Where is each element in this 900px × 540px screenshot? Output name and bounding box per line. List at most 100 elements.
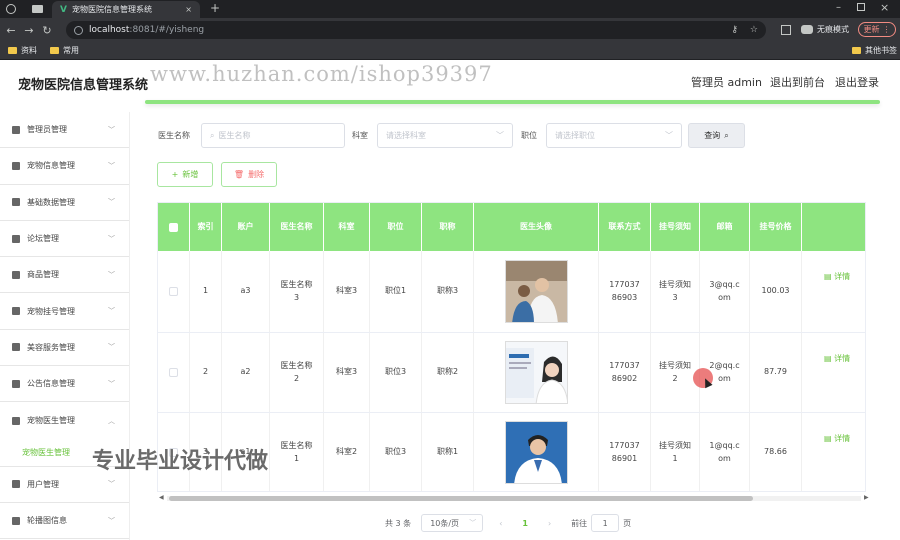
sidebar-item-carousel[interactable]: 轮播图信息 ﹀ bbox=[0, 503, 129, 540]
add-button[interactable]: + 新增 bbox=[157, 162, 213, 187]
scroll-left-icon[interactable]: ◀ bbox=[159, 494, 164, 501]
detail-button[interactable]: ▤ 详情 bbox=[802, 333, 865, 412]
detail-button[interactable]: ▤ 详情 bbox=[802, 413, 865, 491]
sidebar-item-doctor[interactable]: 宠物医生管理 ︿ bbox=[0, 402, 129, 438]
cell-price: 78.66 bbox=[750, 413, 802, 491]
bookmarks-bar: 资料 常用 其他书签 bbox=[0, 42, 900, 60]
dept-select[interactable]: 请选择科室 ﹀ bbox=[377, 123, 513, 148]
col-title[interactable]: 职称 bbox=[422, 203, 474, 251]
bookmark-star-icon[interactable]: ☆ bbox=[750, 25, 758, 35]
incognito-icon bbox=[801, 25, 813, 34]
scrollbar-thumb[interactable] bbox=[169, 496, 753, 501]
other-bookmarks[interactable]: 其他书签 bbox=[852, 45, 897, 56]
sidebar-item-label: 用户管理 bbox=[27, 479, 59, 489]
doctor-avatar[interactable] bbox=[504, 341, 568, 404]
new-tab-icon[interactable]: + bbox=[210, 1, 220, 15]
mic-icon bbox=[12, 516, 20, 525]
horizontal-scrollbar[interactable]: ◀ ▶ bbox=[159, 494, 869, 502]
sidebar-item-base-data[interactable]: 基础数据管理 ﹀ bbox=[0, 185, 129, 221]
doctor-avatar[interactable] bbox=[504, 260, 568, 323]
position-select[interactable]: 请选择职位 ﹀ bbox=[546, 123, 682, 148]
profile-label[interactable]: 无痕模式 bbox=[817, 24, 849, 35]
bookmark-folder[interactable]: 常用 bbox=[50, 45, 79, 56]
table-row[interactable]: 2 a2 医生名称2 科室3 职位3 职称2 17703786902 挂号须知2… bbox=[158, 333, 865, 413]
sidepanel-icon[interactable] bbox=[781, 25, 791, 35]
sidebar-item-label: 美容服务管理 bbox=[27, 342, 75, 352]
bookmark-label: 资料 bbox=[21, 46, 37, 55]
window-close-icon[interactable]: × bbox=[880, 1, 889, 14]
detail-button[interactable]: ▤ 详情 bbox=[802, 251, 865, 332]
col-position[interactable]: 职位 bbox=[370, 203, 422, 251]
bookmark-label: 其他书签 bbox=[865, 46, 897, 55]
query-button[interactable]: 查询 ⌕ bbox=[688, 123, 745, 148]
cell-price: 100.03 bbox=[750, 251, 802, 332]
checkbox[interactable] bbox=[169, 287, 178, 296]
reload-icon[interactable]: ↻ bbox=[38, 24, 56, 37]
select-all-checkbox[interactable] bbox=[158, 203, 190, 251]
page-size-select[interactable]: 10条/页 ﹀ bbox=[421, 514, 484, 532]
next-page-icon[interactable]: › bbox=[548, 519, 551, 528]
col-email[interactable]: 邮箱 bbox=[700, 203, 750, 251]
site-info-icon[interactable] bbox=[74, 25, 83, 35]
cell-dept: 科室3 bbox=[324, 333, 370, 412]
cell-notice: 挂号须知2 bbox=[651, 333, 700, 412]
chrome-menu-icon[interactable] bbox=[6, 4, 16, 14]
cell-position: 职位1 bbox=[370, 251, 422, 332]
plus-icon: + bbox=[171, 170, 179, 179]
back-icon[interactable]: ← bbox=[2, 24, 20, 37]
sidebar-item-notice[interactable]: 公告信息管理 ﹀ bbox=[0, 366, 129, 403]
sidebar-item-goods[interactable]: 商品管理 ﹀ bbox=[0, 257, 129, 294]
minimize-icon[interactable]: – bbox=[836, 2, 841, 13]
sidebar-item-pet-info[interactable]: 宠物信息管理 ﹀ bbox=[0, 148, 129, 185]
user-cog-icon bbox=[12, 125, 20, 134]
current-page[interactable]: 1 bbox=[522, 519, 528, 528]
update-button[interactable]: 更新 ⋮ bbox=[858, 22, 896, 37]
delete-button[interactable]: 🗑 删除 bbox=[221, 162, 277, 187]
doctor-name-input[interactable]: ⌕ 医生名称 bbox=[201, 123, 345, 148]
maximize-icon[interactable] bbox=[857, 3, 865, 11]
header-accent-bar bbox=[145, 100, 880, 104]
doctor-name-label: 医生名称 bbox=[158, 131, 190, 140]
close-tab-icon[interactable]: × bbox=[185, 5, 192, 14]
tab-search-icon[interactable] bbox=[32, 5, 43, 13]
browser-tab-title: 宠物医院信息管理系统 bbox=[71, 5, 152, 14]
checkbox[interactable] bbox=[169, 222, 178, 232]
cell-dept: 科室2 bbox=[324, 413, 370, 491]
table-row[interactable]: 1 a3 医生名称3 科室3 职位1 职称3 17703786903 挂号须知3… bbox=[158, 251, 865, 333]
cell-price: 87.79 bbox=[750, 333, 802, 412]
forward-icon[interactable]: → bbox=[20, 24, 38, 37]
pagination-total: 共 3 条 bbox=[385, 518, 412, 528]
page-suffix: 页 bbox=[623, 518, 632, 528]
col-name[interactable]: 医生名称 bbox=[270, 203, 324, 251]
lock-icon bbox=[12, 379, 20, 388]
col-notice[interactable]: 挂号须知 bbox=[651, 203, 700, 251]
dept-label: 科室 bbox=[352, 131, 368, 140]
col-account[interactable]: 账户 bbox=[222, 203, 270, 251]
col-phone[interactable]: 联系方式 bbox=[599, 203, 651, 251]
col-index[interactable]: 索引 bbox=[190, 203, 222, 251]
browser-tab[interactable]: V 宠物医院信息管理系统 × bbox=[52, 1, 200, 18]
key-icon[interactable]: ⚷ bbox=[731, 25, 738, 35]
goto-input[interactable]: 1 bbox=[591, 514, 620, 532]
col-avatar[interactable]: 医生头像 bbox=[474, 203, 599, 251]
sidebar-item-registration[interactable]: 宠物挂号管理 ﹀ bbox=[0, 293, 129, 330]
front-page-link[interactable]: 退出到前台 bbox=[770, 74, 825, 90]
doctor-avatar[interactable] bbox=[504, 421, 568, 484]
query-label: 查询 bbox=[704, 131, 721, 140]
col-dept[interactable]: 科室 bbox=[324, 203, 370, 251]
sidebar-item-beauty[interactable]: 美容服务管理 ﹀ bbox=[0, 330, 129, 367]
dept-placeholder: 请选择科室 bbox=[386, 131, 426, 140]
row-checkbox-cell bbox=[158, 251, 190, 332]
doctor-photo bbox=[505, 342, 567, 403]
sidebar-item-admin[interactable]: 管理员管理 ﹀ bbox=[0, 112, 129, 149]
sidebar-item-forum[interactable]: 论坛管理 ﹀ bbox=[0, 221, 129, 258]
col-price[interactable]: 挂号价格 bbox=[750, 203, 802, 251]
address-bar[interactable]: localhost:8081/#/yisheng ⚷ ☆ bbox=[66, 21, 766, 39]
checkbox[interactable] bbox=[169, 368, 178, 377]
prev-page-icon[interactable]: ‹ bbox=[499, 519, 502, 528]
bookmark-folder[interactable]: 资料 bbox=[8, 45, 37, 56]
logout-link[interactable]: 退出登录 bbox=[835, 74, 879, 90]
doctor-photo bbox=[505, 261, 567, 322]
scroll-right-icon[interactable]: ▶ bbox=[864, 494, 869, 501]
overlay-caption: 专业毕业设计代做 bbox=[92, 449, 269, 474]
